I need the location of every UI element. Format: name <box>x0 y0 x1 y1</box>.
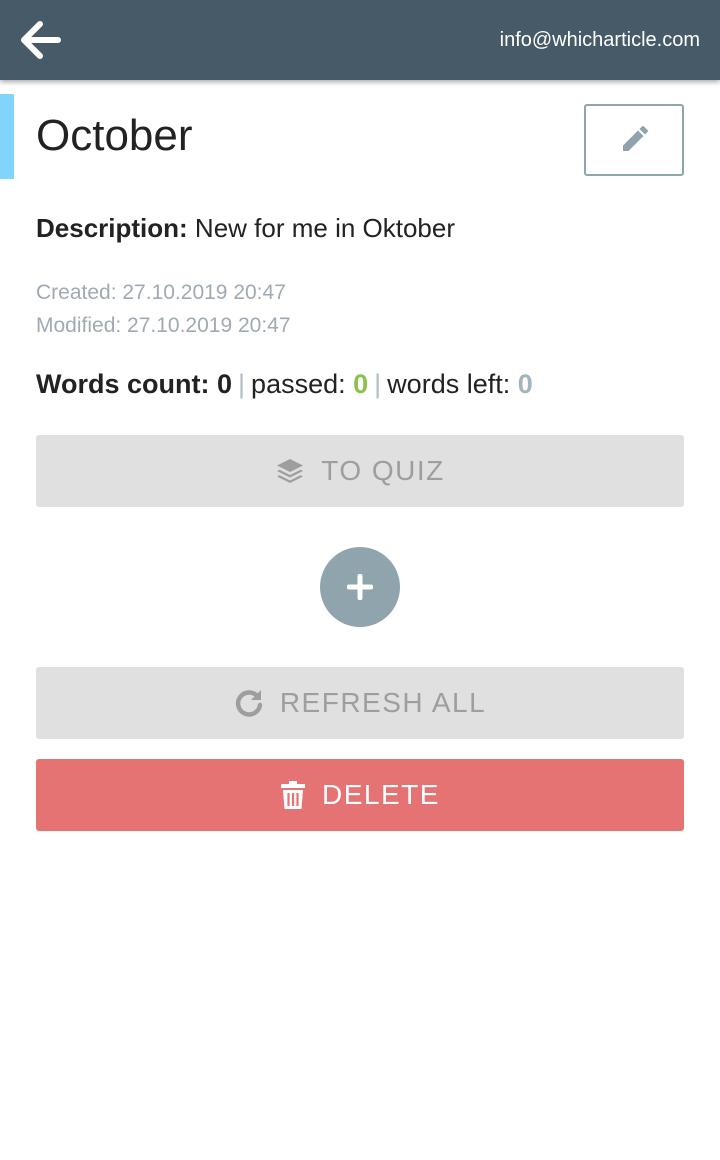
layers-icon <box>275 456 305 486</box>
page-title: October <box>36 111 193 160</box>
pencil-icon <box>623 126 648 151</box>
word-stats: Words count: 0 | passed: 0 | words left: 0 <box>36 367 533 401</box>
arrow-left-icon <box>21 21 61 59</box>
stats-separator: | <box>238 369 246 399</box>
delete-label: DELETE <box>322 779 440 810</box>
refresh-icon <box>234 688 264 718</box>
modified-date: Modified: 27.10.2019 20:47 <box>36 314 291 337</box>
account-email[interactable]: info@whicharticle.com <box>500 28 700 52</box>
words-left-label: words left: <box>387 369 511 399</box>
description-value: New for me in Oktober <box>194 213 456 243</box>
back-button[interactable] <box>18 20 62 60</box>
trash-icon <box>280 780 306 810</box>
top-app-bar: info@whicharticle.com <box>0 0 720 80</box>
words-count-label: Words count: <box>36 369 210 399</box>
passed-label: passed: <box>251 369 346 399</box>
add-word-button[interactable] <box>320 547 400 627</box>
refresh-all-label: REFRESH ALL <box>279 687 487 718</box>
passed-value: 0 <box>353 369 369 399</box>
created-date: Created: 27.10.2019 20:47 <box>36 281 286 304</box>
description: Description: New for me in Oktober <box>36 212 455 244</box>
delete-button[interactable]: DELETE <box>36 759 684 831</box>
list-accent-bar <box>0 94 14 179</box>
edit-button[interactable] <box>584 104 684 176</box>
description-label: Description: <box>36 213 188 243</box>
stats-separator: | <box>374 369 382 399</box>
to-quiz-button[interactable]: TO QUIZ <box>36 435 684 507</box>
plus-icon <box>347 574 373 600</box>
refresh-all-button[interactable]: REFRESH ALL <box>36 667 684 739</box>
words-left-value: 0 <box>517 369 533 399</box>
words-count-value: 0 <box>217 369 233 399</box>
to-quiz-label: TO QUIZ <box>321 455 445 486</box>
